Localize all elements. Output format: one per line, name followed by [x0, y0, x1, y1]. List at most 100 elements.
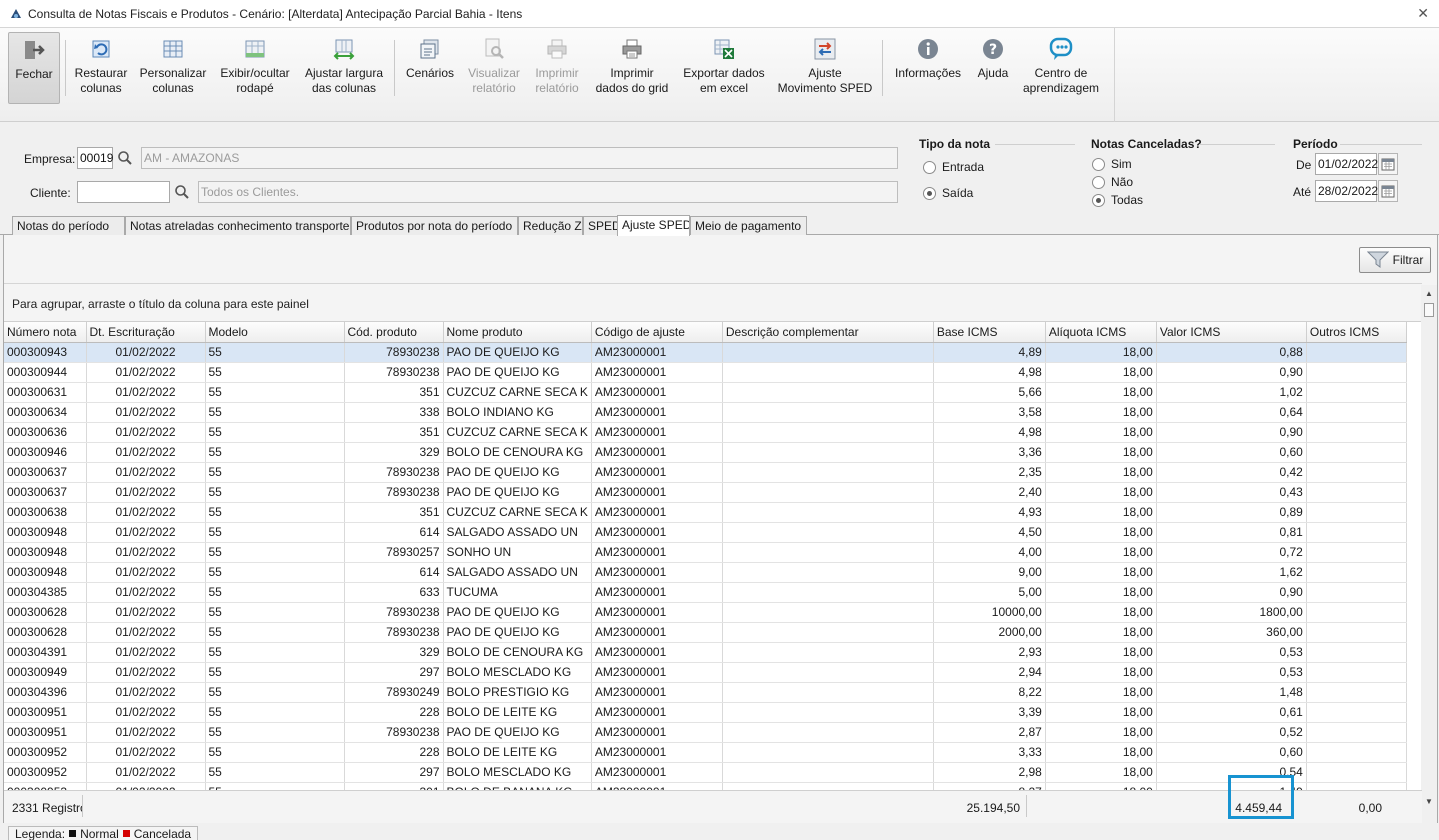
data-ate-field[interactable]: 28/02/2022	[1315, 180, 1378, 202]
table-row[interactable]: 000304385 01/02/2022 55 633 TUCUMA AM23000001…	[4, 582, 1407, 603]
table-row[interactable]: 000300638 01/02/2022 55 351 CUZCUZ CARNE SEC…	[4, 502, 1407, 523]
table-cell: 0,60	[1156, 442, 1307, 463]
radio-nao[interactable]: Não	[1092, 175, 1133, 189]
tab-meio-pagamento[interactable]: Meio de pagamento	[690, 216, 807, 236]
data-de-field[interactable]: 01/02/2022	[1315, 153, 1378, 175]
table-row[interactable]: 000300944 01/02/2022 55 78930238 PAO DE QUEI…	[4, 362, 1407, 383]
table-cell: 01/02/2022	[86, 462, 206, 483]
filtrar-button[interactable]: Filtrar	[1359, 247, 1431, 273]
imprimir-dados-grid-button[interactable]: Imprimir dados do grid	[594, 32, 670, 104]
tab-notas-periodo[interactable]: Notas do período	[12, 216, 125, 236]
table-cell: 55	[205, 362, 345, 383]
table-row[interactable]: 00030095301/02/202255301BOLO DE BANANA K…	[4, 782, 1407, 790]
informacoes-button[interactable]: Informações	[891, 32, 965, 104]
restore-columns-icon	[88, 36, 114, 62]
cenarios-button[interactable]: Cenários	[402, 32, 458, 104]
tab-produtos-nota[interactable]: Produtos por nota do período	[351, 216, 518, 236]
table-row[interactable]: 000300628 01/02/2022 55 78930238 PAO DE QUEI…	[4, 602, 1407, 623]
personalizar-colunas-button[interactable]: Personalizar colunas	[139, 32, 207, 104]
table-cell	[722, 642, 934, 663]
table-cell: AM23000001	[591, 762, 723, 783]
cliente-code-field[interactable]	[77, 181, 170, 203]
scroll-up-icon[interactable]: ▲	[1421, 285, 1437, 301]
ajustar-largura-button[interactable]: Ajustar largura das colunas	[301, 32, 387, 104]
scrollbar-thumb[interactable]	[1424, 303, 1434, 317]
column-header-aliquota-icms[interactable]: Alíquota ICMS	[1045, 322, 1157, 343]
table-row[interactable]: 000300637 01/02/2022 55 78930238 PAO DE QUEI…	[4, 462, 1407, 483]
column-header-outros-icms[interactable]: Outros ICMS	[1306, 322, 1407, 343]
table-row[interactable]: 000300951 01/02/2022 55 228 BOLO DE LEITE KG…	[4, 702, 1407, 723]
ajuste-movimento-sped-button[interactable]: Ajuste Movimento SPED	[776, 32, 874, 104]
table-cell: AM23000001	[591, 402, 723, 423]
table-cell: 18,00	[1045, 582, 1157, 603]
table-cell: 4,00	[933, 542, 1046, 563]
table-cell: AM23000001	[591, 662, 723, 683]
table-row[interactable]: 000300628 01/02/2022 55 78930238 PAO DE QUEI…	[4, 622, 1407, 643]
table-row[interactable]: 000300951 01/02/2022 55 78930238 PAO DE QUEI…	[4, 722, 1407, 743]
table-row[interactable]: 000300949 01/02/2022 55 297 BOLO MESCLADO KG…	[4, 662, 1407, 683]
column-header-codigo-ajuste[interactable]: Código de ajuste	[591, 322, 723, 343]
table-cell: 55	[205, 742, 345, 763]
ajuda-button[interactable]: ? Ajuda	[972, 32, 1014, 104]
table-cell: 0,60	[1156, 742, 1307, 763]
table-cell: 18,00	[1045, 562, 1157, 583]
table-cell: 18,00	[1045, 642, 1157, 663]
table-row[interactable]: 000300948 01/02/2022 55 614 SALGADO ASSADO U…	[4, 522, 1407, 543]
table-row[interactable]: 000300948 01/02/2022 55 614 SALGADO ASSADO U…	[4, 562, 1407, 583]
table-cell: 633	[344, 582, 444, 603]
table-row[interactable]: 000300952 01/02/2022 55 297 BOLO MESCLADO KG…	[4, 762, 1407, 783]
table-cell: 000300944	[4, 362, 87, 383]
table-row[interactable]: 000300946 01/02/2022 55 329 BOLO DE CENOURA …	[4, 442, 1407, 463]
tab-sped[interactable]: SPED	[583, 216, 619, 236]
window-title: Consulta de Notas Fiscais e Produtos - C…	[28, 6, 523, 21]
table-cell: 297	[344, 762, 444, 783]
empresa-search-button[interactable]	[114, 147, 136, 169]
table-cell: 000300949	[4, 662, 87, 683]
empresa-code-field[interactable]: 00019	[77, 147, 113, 169]
tab-reducao-z[interactable]: Redução Z	[518, 216, 583, 236]
scroll-down-icon[interactable]: ▼	[1421, 793, 1437, 809]
column-header-base-icms[interactable]: Base ICMS	[933, 322, 1046, 343]
group-by-panel[interactable]: Para agrupar, arraste o título da coluna…	[4, 283, 1422, 321]
sped-adjust-icon	[812, 36, 838, 62]
centro-aprendizagem-button[interactable]: Centro de aprendizagem	[1018, 32, 1104, 104]
column-header-descricao[interactable]: Descrição complementar	[722, 322, 934, 343]
column-header-valor-icms[interactable]: Valor ICMS	[1156, 322, 1307, 343]
tab-notas-atreladas[interactable]: Notas atreladas conhecimento transporte	[125, 216, 351, 236]
visualizar-relatorio-button[interactable]: Visualizar relatório	[464, 32, 524, 104]
table-row[interactable]: 000304391 01/02/2022 55 329 BOLO DE CENOURA …	[4, 642, 1407, 663]
column-header-dt-escrituracao[interactable]: Dt. Escrituração	[86, 322, 206, 343]
calendar-de-button[interactable]	[1378, 153, 1398, 175]
table-row[interactable]: 000300948 01/02/2022 55 78930257 SONHO UN AM2…	[4, 542, 1407, 563]
table-cell	[1306, 382, 1407, 403]
exibir-ocultar-rodape-button[interactable]: Exibir/ocultar rodapé	[217, 32, 293, 104]
radio-sim[interactable]: Sim	[1092, 157, 1132, 171]
column-header-numero-nota[interactable]: Número nota	[4, 322, 87, 343]
table-row[interactable]: 000300634 01/02/2022 55 338 BOLO INDIANO KG A…	[4, 402, 1407, 423]
radio-todas[interactable]: Todas	[1092, 193, 1143, 207]
radio-saida[interactable]: Saída	[923, 186, 973, 200]
column-header-cod-produto[interactable]: Cód. produto	[344, 322, 444, 343]
table-row[interactable]: 000300636 01/02/2022 55 351 CUZCUZ CARNE SEC…	[4, 422, 1407, 443]
vertical-scrollbar[interactable]: ▲ ▼	[1421, 285, 1437, 823]
exportar-excel-button[interactable]: Exportar dados em excel	[680, 32, 768, 104]
table-row[interactable]: 000300637 01/02/2022 55 78930238 PAO DE QUEI…	[4, 482, 1407, 503]
fechar-button[interactable]: Fechar	[8, 32, 60, 104]
restaurar-colunas-button[interactable]: Restaurar colunas	[70, 32, 132, 104]
table-row[interactable]: 000304396 01/02/2022 55 78930249 BOLO PRESTI…	[4, 682, 1407, 703]
tab-ajuste-sped[interactable]: Ajuste SPED	[617, 215, 690, 236]
info-icon	[915, 36, 941, 62]
column-header-modelo[interactable]: Modelo	[205, 322, 345, 343]
print-report-icon	[544, 36, 570, 62]
cliente-search-button[interactable]	[171, 181, 193, 203]
column-header-nome-produto[interactable]: Nome produto	[443, 322, 592, 343]
radio-entrada[interactable]: Entrada	[923, 160, 984, 174]
table-cell: 351	[344, 422, 444, 443]
calendar-ate-button[interactable]	[1378, 180, 1398, 202]
table-row[interactable]: 000300952 01/02/2022 55 228 BOLO DE LEITE KG…	[4, 742, 1407, 763]
table-row[interactable]: 000300631 01/02/2022 55 351 CUZCUZ CARNE SEC…	[4, 382, 1407, 403]
table-row[interactable]: 000300943 01/02/2022 55 78930238 PAO DE QUEI…	[4, 342, 1407, 363]
table-cell: 55	[205, 482, 345, 503]
close-window-icon[interactable]: ✕	[1417, 5, 1429, 22]
imprimir-relatorio-button[interactable]: Imprimir relatório	[528, 32, 586, 104]
